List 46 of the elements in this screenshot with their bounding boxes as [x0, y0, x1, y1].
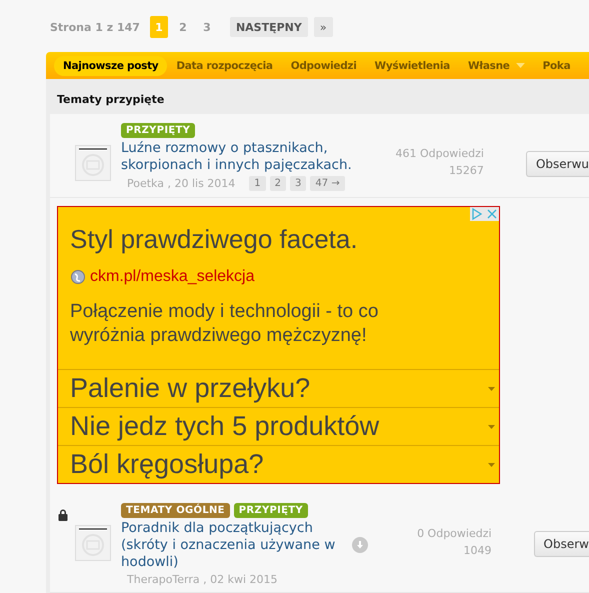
sort-tab[interactable]: Data rozpoczęcia	[167, 56, 282, 76]
page-link[interactable]: 2	[270, 176, 286, 191]
ad-headline[interactable]: Styl prawdziwego faceta.	[58, 207, 499, 255]
view-count: 15267	[448, 163, 484, 179]
close-icon[interactable]	[485, 207, 499, 221]
author-date: Poetka , 20 lis 2014	[127, 177, 236, 190]
caret-icon	[516, 63, 525, 68]
globe-icon	[71, 270, 85, 284]
avatar-placeholder	[75, 525, 111, 561]
follow-button[interactable]: Obserwu	[526, 151, 589, 177]
page-link[interactable]: 3	[290, 176, 306, 191]
avatar-placeholder	[75, 145, 111, 181]
ad-banner[interactable]: Styl prawdziwego faceta. ckm.pl/meska_selekcja Połączenie mody i technologii - to co wyróżnia prawdziwego mężczyznę! Palenie w przełyku? Nie jedz tych 5 produktów Ból kręgosłupa?	[57, 206, 500, 484]
section-title: Tematy przypięte	[56, 92, 166, 108]
page-indicator: Strona 1 z 147	[50, 20, 140, 34]
ad-description: Połączenie mody i technologii - to co wyróżnia prawdziwego mężczyznę!	[69, 300, 380, 348]
next-button[interactable]: NASTĘPNY	[230, 17, 308, 37]
ad-link[interactable]: Palenie w przełyku?	[58, 369, 499, 407]
caret-icon	[488, 424, 495, 428]
topic-title[interactable]: Poradnik dla początkujących (skróty i oznaczenia używane w hodowli)	[121, 520, 352, 571]
caret-icon	[488, 462, 495, 466]
ad-link[interactable]: Nie jedz tych 5 produktów	[58, 407, 499, 445]
page-link[interactable]: 47 →	[310, 176, 345, 191]
reply-count: 461 Odpowiedzi	[395, 146, 484, 162]
page-link[interactable]: 2	[174, 16, 192, 38]
caret-icon	[488, 386, 495, 390]
tag-label[interactable]: PRZYPIĘTY	[121, 123, 196, 138]
sort-tab[interactable]: Najnowsze posty	[54, 56, 168, 76]
tag-label[interactable]: PRZYPIĘTY	[234, 503, 308, 518]
last-page-button[interactable]: »	[314, 17, 333, 37]
page-link[interactable]: 1	[249, 176, 266, 191]
play-icon[interactable]	[470, 207, 484, 221]
ad-url[interactable]: ckm.pl/meska_selekcja	[90, 268, 254, 286]
author-date: TherapoTerra , 02 kwi 2015	[127, 573, 278, 586]
ad-link[interactable]: Ból kręgosłupa?	[58, 445, 499, 483]
sort-tab[interactable]: Wyświetlenia	[366, 56, 459, 76]
topic-title[interactable]: Luźne rozmowy o ptasznikach, skorpionach i innych pajęczakach.	[121, 140, 361, 174]
page-link[interactable]: 3	[198, 16, 216, 38]
sort-tab[interactable]: Własne	[458, 56, 534, 76]
reply-count: 0 Odpowiedzi	[417, 526, 492, 542]
tag-label[interactable]: TEMATY OGÓLNE	[121, 503, 230, 518]
sort-tab[interactable]: Odpowiedzi	[282, 56, 366, 76]
sort-tab[interactable]: Poka	[534, 56, 580, 76]
follow-button[interactable]: Obserw	[534, 531, 589, 557]
download-icon[interactable]	[352, 537, 368, 553]
view-count: 1049	[464, 543, 492, 559]
